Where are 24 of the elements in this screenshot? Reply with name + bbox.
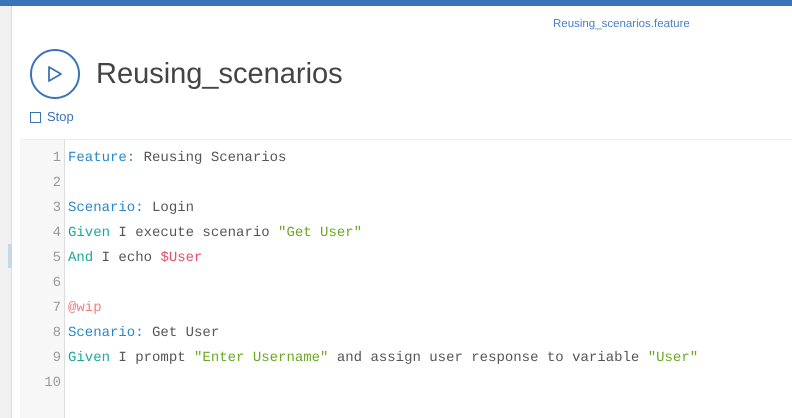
line-number: 8 — [52, 324, 62, 343]
line-number: 4 — [52, 224, 62, 243]
stop-icon — [30, 112, 41, 122]
file-link[interactable]: Reusing_scenarios.feature — [553, 16, 690, 34]
line-number: 2 — [52, 174, 62, 193]
code-line: Scenario: Get User — [68, 324, 220, 341]
line-number: 3 — [52, 198, 62, 218]
line-number: 5 — [52, 248, 62, 268]
code-line: @wip — [68, 300, 102, 316]
code-line: Given I execute scenario "Get User" — [68, 224, 362, 241]
play-button[interactable] — [30, 49, 80, 100]
code-line: And I echo $User — [68, 250, 202, 266]
line-number: 7 — [52, 298, 62, 318]
code-line: Scenario: Login — [68, 200, 194, 216]
side-marker — [8, 244, 12, 268]
line-number: 6 — [52, 274, 62, 293]
code-line: Given I prompt "Enter Username" and assign user response to variable "User" — [68, 350, 698, 366]
code-line: Feature: Reusing Scenarios — [68, 150, 286, 166]
line-number: 10 — [43, 374, 62, 393]
play-icon — [47, 65, 63, 84]
stop-link[interactable]: Stop — [30, 107, 74, 127]
page-title: Reusing_scenarios — [96, 56, 343, 92]
line-number: 1 — [52, 148, 62, 168]
line-number: 9 — [52, 348, 62, 368]
